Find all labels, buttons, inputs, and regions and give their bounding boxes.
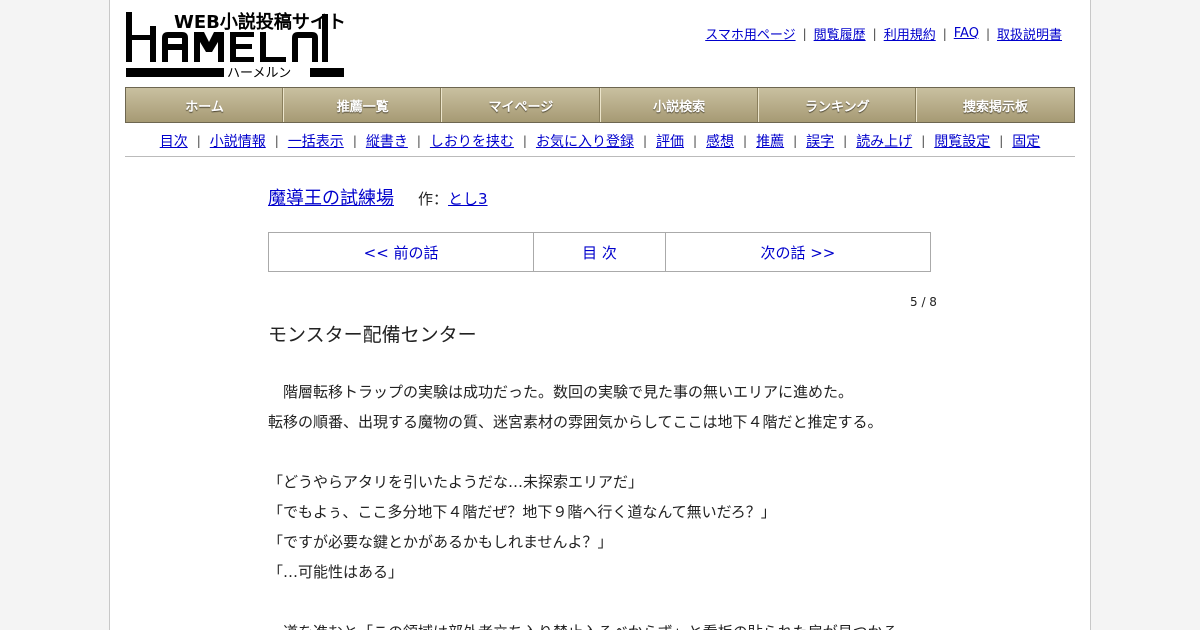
- subnav-read-aloud[interactable]: 読み上げ: [856, 131, 912, 151]
- history-link[interactable]: 閲覧履歴: [814, 24, 866, 43]
- body-paragraph: 「ですが必要な鍵とかがあるかもしれませんよ？」: [268, 533, 613, 551]
- subnav-vertical[interactable]: 縦書き: [366, 131, 408, 151]
- prev-chapter-link[interactable]: << 前の話: [269, 233, 535, 271]
- hameln-logo[interactable]: WEB小説投稿サイト ハーメルン: [126, 10, 346, 80]
- logo-kana: ハーメルン: [227, 66, 291, 80]
- separator: |: [416, 133, 421, 148]
- smartphone-page-link[interactable]: スマホ用ページ: [705, 24, 795, 43]
- body-paragraph: 「どうやらアタリを引いたようだな…未探索エリアだ」: [268, 473, 644, 491]
- subnav-recommend[interactable]: 推薦: [756, 131, 784, 151]
- separator: |: [802, 26, 807, 41]
- body-paragraph: 階層転移トラップの実験は成功だった。数回の実験で見た事の無いエリアに進めた。: [268, 383, 854, 401]
- faq-link[interactable]: FAQ: [954, 26, 979, 41]
- nav-search-board[interactable]: 捜索掲示板: [917, 88, 1074, 122]
- body-paragraph: 転移の順番、出現する魔物の質、迷宮素材の雰囲気からしてここは地下４階だと推定する…: [268, 413, 883, 431]
- novel-subnav: 目次 | 小説情報 | 一括表示 | 縦書き | しおりを挟む | お気に入り登…: [125, 125, 1075, 157]
- separator: |: [642, 133, 647, 148]
- chapter-body: 階層転移トラップの実験は成功だった。数回の実験で見た事の無いエリアに進めた。 転…: [268, 377, 968, 630]
- novel-title-link[interactable]: 魔導王の試練場: [268, 184, 394, 210]
- separator: |: [843, 133, 848, 148]
- body-paragraph: [268, 587, 968, 617]
- separator: |: [985, 26, 990, 41]
- subnav-novel-info[interactable]: 小説情報: [210, 131, 266, 151]
- author-prefix: 作：: [418, 190, 449, 208]
- novel-header: 魔導王の試練場 作： とし3: [268, 184, 488, 210]
- subnav-favorite[interactable]: お気に入り登録: [536, 131, 634, 151]
- nav-mypage[interactable]: マイページ: [442, 88, 601, 122]
- subnav-toc[interactable]: 目次: [160, 131, 188, 151]
- subnav-comments[interactable]: 感想: [706, 131, 734, 151]
- main-nav: ホーム 推薦一覧 マイページ 小説検索 ランキング 捜索掲示板: [125, 87, 1075, 123]
- page-container: WEB小説投稿サイト ハーメルン スマホ用ページ | 閲覧履歴 | 利用規約 |…: [109, 0, 1091, 630]
- author-link[interactable]: とし3: [448, 188, 488, 209]
- body-paragraph: 道を進むと「この領域は部外者立ち入り禁止入るべからず」と看板の貼られた扉が見つか…: [268, 617, 968, 630]
- subnav-pin[interactable]: 固定: [1012, 131, 1040, 151]
- logo-tagline: WEB小説投稿サイト: [174, 11, 346, 33]
- separator: |: [921, 133, 926, 148]
- separator: |: [872, 26, 877, 41]
- manual-link[interactable]: 取扱説明書: [997, 24, 1062, 43]
- chapter-title: モンスター配備センター: [268, 324, 477, 346]
- toc-link[interactable]: 目 次: [534, 233, 666, 271]
- separator: |: [352, 133, 357, 148]
- separator: |: [693, 133, 698, 148]
- subnav-rating[interactable]: 評価: [656, 131, 684, 151]
- body-paragraph: [268, 437, 968, 467]
- separator: |: [743, 133, 748, 148]
- chapter-nav: << 前の話 目 次 次の話 >>: [268, 232, 931, 272]
- body-paragraph: 「でもよぅ、ここ多分地下４階だぜ？地下９階へ行く道なんて無いだろ？」: [268, 503, 776, 521]
- nav-ranking[interactable]: ランキング: [759, 88, 917, 122]
- chapter-counter: 5 / 8: [910, 295, 937, 309]
- separator: |: [274, 133, 279, 148]
- nav-home[interactable]: ホーム: [126, 88, 285, 122]
- subnav-bookmark[interactable]: しおりを挟む: [430, 131, 514, 151]
- body-paragraph: 「…可能性はある」: [268, 563, 404, 581]
- terms-link[interactable]: 利用規約: [884, 24, 936, 43]
- subnav-typo[interactable]: 誤字: [806, 131, 834, 151]
- separator: |: [999, 133, 1004, 148]
- nav-novel-search[interactable]: 小説検索: [601, 88, 759, 122]
- header-links: スマホ用ページ | 閲覧履歴 | 利用規約 | FAQ | 取扱説明書: [705, 24, 1062, 43]
- nav-recommendations[interactable]: 推薦一覧: [284, 88, 443, 122]
- separator: |: [522, 133, 527, 148]
- separator: |: [196, 133, 201, 148]
- subnav-show-all[interactable]: 一括表示: [288, 131, 344, 151]
- separator: |: [793, 133, 798, 148]
- separator: |: [942, 26, 947, 41]
- next-chapter-link[interactable]: 次の話 >>: [666, 233, 930, 271]
- subnav-view-settings[interactable]: 閲覧設定: [934, 131, 990, 151]
